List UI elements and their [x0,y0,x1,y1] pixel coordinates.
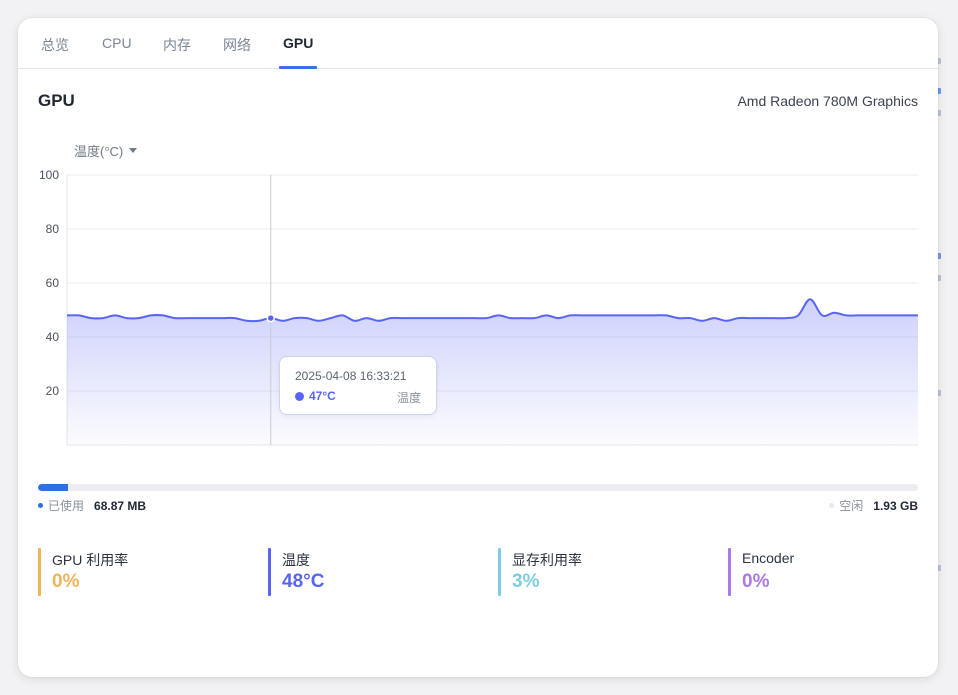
memory-free: 空闲 1.93 GB [829,497,918,514]
temperature-area [67,299,918,445]
used-dot-icon [38,503,43,508]
stat-gpu-utilization: GPU 利用率 0% [38,548,128,596]
y-tick-label: 60 [46,276,60,290]
y-tick-label: 20 [46,384,60,398]
chart-tooltip: 2025-04-08 16:33:21 47°C 温度 [279,356,437,415]
stat-vram-utilization: 显存利用率 3% [498,548,582,596]
stat-encoder: Encoder 0% [728,548,794,596]
free-dot-icon [829,503,835,508]
temperature-chart: 20 40 60 80 100 [39,168,918,446]
memory-usage-bar [38,484,918,491]
stat-accent-bar [268,548,271,596]
stat-accent-bar [498,548,501,596]
stat-label: GPU 利用率 [52,552,129,568]
memory-used-label: 已使用 [48,499,85,513]
stat-value: 0% [742,571,770,592]
y-tick-label: 40 [46,330,60,344]
stat-temperature: 温度 48°C [268,548,324,596]
stat-value: 48°C [282,571,325,592]
tooltip-series-name: 温度 [396,391,421,405]
stat-accent-bar [728,548,731,596]
stat-label: 显存利用率 [512,552,582,568]
y-tick-label: 100 [39,168,59,182]
memory-usage-fill [38,484,68,491]
gpu-monitor-window: 总览 CPU 内存 网络 GPU GPU Amd Radeon 780M Gra… [18,18,938,677]
memory-free-label: 空闲 [839,499,864,513]
memory-used-value: 68.87 MB [94,498,147,513]
stat-value: 0% [52,571,80,592]
tooltip-value: 47°C [309,389,336,403]
tooltip-series-dot [295,392,304,401]
memory-free-value: 1.93 GB [873,498,918,513]
y-tick-label: 80 [46,222,60,236]
stat-label: 温度 [282,552,310,568]
memory-used: 已使用 68.87 MB [38,497,146,514]
stat-accent-bar [38,548,41,596]
hover-point [266,313,276,323]
stat-label: Encoder [742,550,795,566]
stat-value: 3% [512,571,540,592]
tooltip-time: 2025-04-08 16:33:21 [295,369,407,383]
